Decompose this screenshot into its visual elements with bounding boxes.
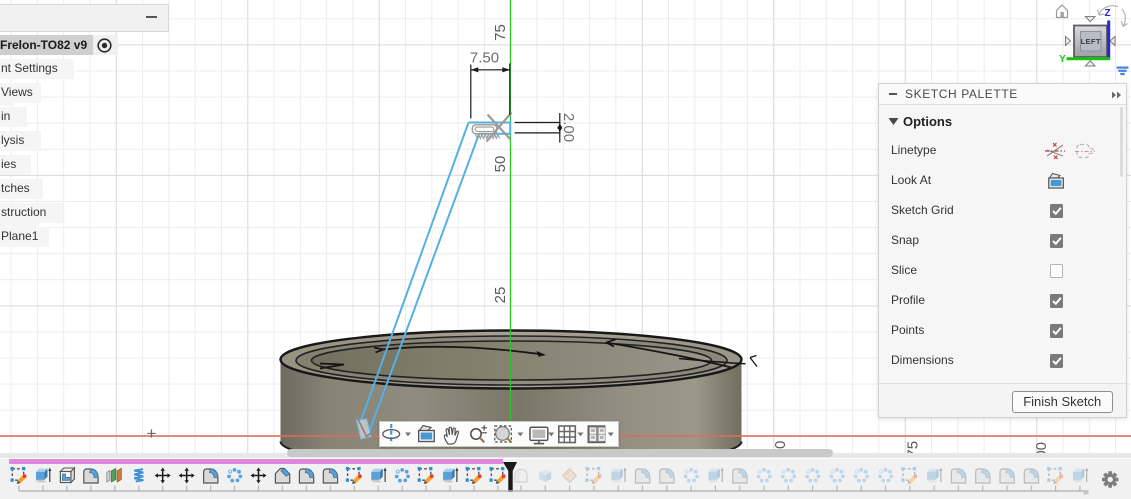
svg-text:50: 50: [492, 156, 509, 173]
svg-text:2.00: 2.00: [560, 113, 577, 142]
svg-text:75: 75: [492, 24, 509, 41]
svg-text:25: 25: [492, 287, 509, 304]
svg-text:Y: Y: [1059, 54, 1066, 65]
svg-text:LEFT: LEFT: [1081, 37, 1101, 46]
svg-text:7.50: 7.50: [470, 50, 499, 67]
svg-text:Z: Z: [1104, 8, 1110, 19]
